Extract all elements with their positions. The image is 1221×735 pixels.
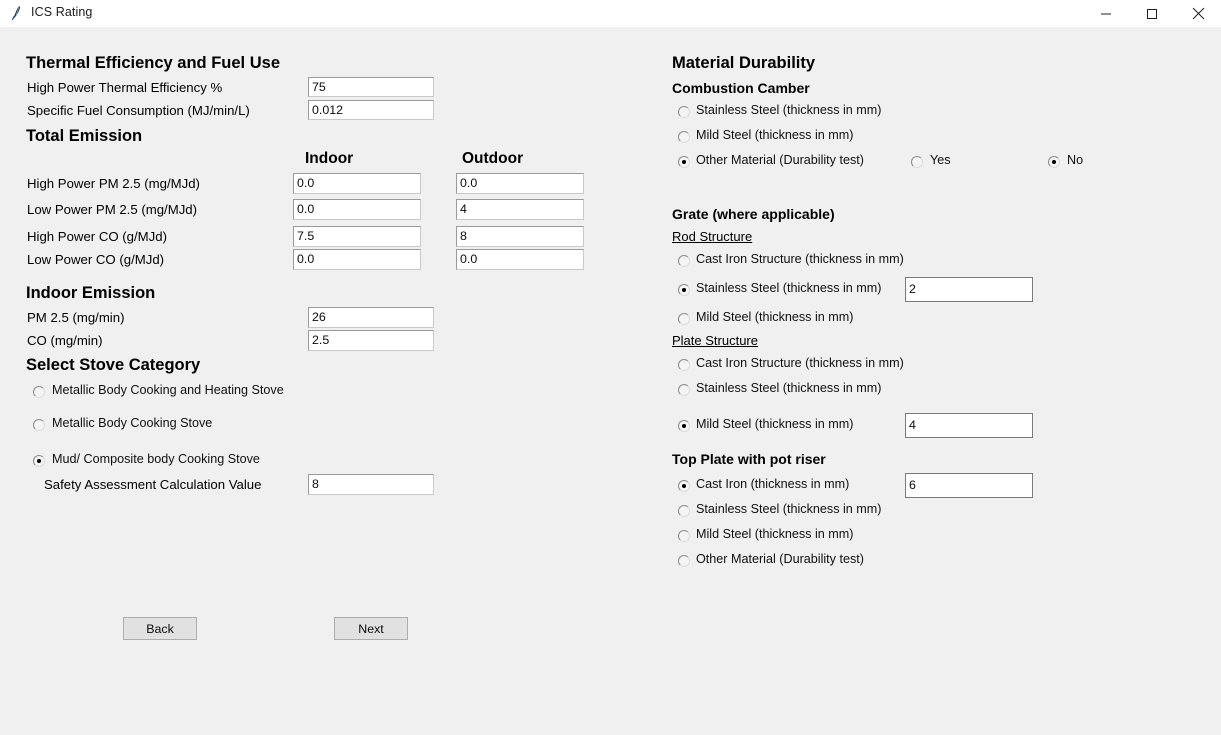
input-low-power-pm25-outdoor[interactable]: 4 <box>456 199 584 220</box>
input-indoor-co[interactable]: 2.5 <box>308 330 434 351</box>
radio-stove-metallic-cooking[interactable]: Metallic Body Cooking Stove <box>33 415 433 437</box>
radio-icon <box>678 313 690 325</box>
radio-label: Stainless Steel (thickness in mm) <box>696 281 882 295</box>
next-button[interactable]: Next <box>334 617 408 640</box>
radio-plate-stainless-steel[interactable]: Stainless Steel (thickness in mm) <box>678 381 978 401</box>
minimize-icon <box>1100 8 1112 20</box>
input-high-power-pm25-indoor[interactable]: 0.0 <box>293 173 421 194</box>
radio-icon-selected <box>33 455 45 467</box>
indoor-emission-heading: Indoor Emission <box>26 284 156 302</box>
radio-topplate-mild-steel[interactable]: Mild Steel (thickness in mm) <box>678 527 978 547</box>
radio-label: No <box>1067 153 1084 167</box>
label-high-power-co: High Power CO (g/MJd) <box>27 229 167 244</box>
input-rod-stainless-steel-thickness[interactable]: 2 <box>905 277 1033 302</box>
back-button[interactable]: Back <box>123 617 197 640</box>
close-icon <box>1192 7 1205 20</box>
input-topplate-cast-iron-thickness[interactable]: 6 <box>905 473 1033 498</box>
form-surface: Thermal Efficiency and Fuel Use High Pow… <box>0 27 1221 735</box>
label-low-power-co: Low Power CO (g/MJd) <box>27 252 165 267</box>
radio-label: Metallic Body Cooking and Heating Stove <box>52 383 284 397</box>
input-high-power-pm25-outdoor[interactable]: 0.0 <box>456 173 584 194</box>
radio-icon <box>678 359 690 371</box>
radio-plate-cast-iron[interactable]: Cast Iron Structure (thickness in mm) <box>678 356 978 376</box>
radio-label: Cast Iron Structure (thickness in mm) <box>696 252 904 266</box>
radio-label: Mild Steel (thickness in mm) <box>696 527 854 541</box>
label-high-power-pm25: High Power PM 2.5 (mg/MJd) <box>27 176 200 191</box>
input-low-power-pm25-indoor[interactable]: 0.0 <box>293 199 421 220</box>
radio-icon <box>911 156 923 168</box>
radio-stove-mud-composite[interactable]: Mud/ Composite body Cooking Stove <box>33 451 433 473</box>
radio-label: Other Material (Durability test) <box>696 153 864 167</box>
radio-icon <box>678 131 690 143</box>
radio-label: Yes <box>930 153 951 167</box>
plate-structure-heading: Plate Structure <box>672 333 758 348</box>
input-high-power-thermal-efficiency[interactable]: 75 <box>308 77 434 97</box>
radio-rod-cast-iron[interactable]: Cast Iron Structure (thickness in mm) <box>678 252 978 272</box>
total-emission-heading: Total Emission <box>26 127 143 145</box>
combustion-chamber-heading: Combustion Camber <box>672 80 810 96</box>
input-low-power-co-outdoor[interactable]: 0.0 <box>456 249 584 270</box>
column-header-indoor: Indoor <box>305 150 354 167</box>
radio-icon <box>33 386 45 398</box>
radio-icon <box>678 530 690 542</box>
label-high-power-thermal-efficiency: High Power Thermal Efficiency % <box>27 80 223 95</box>
window-title: ICS Rating <box>31 5 93 19</box>
maximize-button[interactable] <box>1129 0 1175 27</box>
radio-label: Mild Steel (thickness in mm) <box>696 417 854 431</box>
label-low-power-pm25: Low Power PM 2.5 (mg/MJd) <box>27 202 198 217</box>
radio-rod-mild-steel[interactable]: Mild Steel (thickness in mm) <box>678 310 978 330</box>
input-specific-fuel-consumption[interactable]: 0.012 <box>308 100 434 120</box>
radio-icon-selected <box>678 480 690 492</box>
radio-label: Mud/ Composite body Cooking Stove <box>52 452 260 466</box>
column-header-outdoor: Outdoor <box>462 150 524 167</box>
radio-icon-selected <box>678 420 690 432</box>
matlab-feather-icon <box>9 4 27 22</box>
top-plate-heading: Top Plate with pot riser <box>672 451 826 467</box>
radio-chamber-stainless-steel[interactable]: Stainless Steel (thickness in mm) <box>678 103 978 123</box>
radio-label: Stainless Steel (thickness in mm) <box>696 502 882 516</box>
radio-icon <box>678 384 690 396</box>
radio-durability-test-yes[interactable]: Yes <box>911 153 1001 173</box>
radio-icon-selected <box>1048 156 1060 168</box>
material-durability-heading: Material Durability <box>672 54 816 72</box>
stove-category-heading: Select Stove Category <box>26 356 201 374</box>
radio-topplate-stainless-steel[interactable]: Stainless Steel (thickness in mm) <box>678 502 978 522</box>
thermal-efficiency-heading: Thermal Efficiency and Fuel Use <box>26 54 280 72</box>
radio-stove-metallic-cooking-heating[interactable]: Metallic Body Cooking and Heating Stove <box>33 382 433 404</box>
radio-icon <box>678 505 690 517</box>
label-indoor-co: CO (mg/min) <box>27 333 103 348</box>
radio-icon-selected <box>678 156 690 168</box>
input-low-power-co-indoor[interactable]: 0.0 <box>293 249 421 270</box>
radio-label: Stainless Steel (thickness in mm) <box>696 381 882 395</box>
input-plate-mild-steel-thickness[interactable]: 4 <box>905 413 1033 438</box>
input-high-power-co-indoor[interactable]: 7.5 <box>293 226 421 247</box>
label-safety-assessment: Safety Assessment Calculation Value <box>44 477 262 492</box>
input-indoor-pm25[interactable]: 26 <box>308 307 434 328</box>
radio-icon-selected <box>678 284 690 296</box>
radio-topplate-other-material[interactable]: Other Material (Durability test) <box>678 552 978 572</box>
label-specific-fuel-consumption: Specific Fuel Consumption (MJ/min/L) <box>27 103 250 118</box>
radio-label: Stainless Steel (thickness in mm) <box>696 103 882 117</box>
radio-label: Metallic Body Cooking Stove <box>52 416 213 430</box>
radio-icon <box>33 419 45 431</box>
radio-label: Cast Iron Structure (thickness in mm) <box>696 356 904 370</box>
radio-icon <box>678 255 690 267</box>
radio-label: Mild Steel (thickness in mm) <box>696 128 854 142</box>
grate-heading: Grate (where applicable) <box>672 206 835 222</box>
input-high-power-co-outdoor[interactable]: 8 <box>456 226 584 247</box>
radio-label: Mild Steel (thickness in mm) <box>696 310 854 324</box>
label-indoor-pm25: PM 2.5 (mg/min) <box>27 310 125 325</box>
radio-chamber-mild-steel[interactable]: Mild Steel (thickness in mm) <box>678 128 978 148</box>
radio-label: Cast Iron (thickness in mm) <box>696 477 850 491</box>
minimize-button[interactable] <box>1083 0 1129 27</box>
close-button[interactable] <box>1175 0 1221 27</box>
window-title-bar: ICS Rating <box>0 0 1221 28</box>
maximize-icon <box>1146 8 1158 20</box>
radio-icon <box>678 106 690 118</box>
rod-structure-heading: Rod Structure <box>672 229 753 244</box>
radio-durability-test-no[interactable]: No <box>1048 153 1138 173</box>
input-safety-assessment[interactable]: 8 <box>308 474 434 495</box>
radio-label: Other Material (Durability test) <box>696 552 864 566</box>
radio-icon <box>678 555 690 567</box>
